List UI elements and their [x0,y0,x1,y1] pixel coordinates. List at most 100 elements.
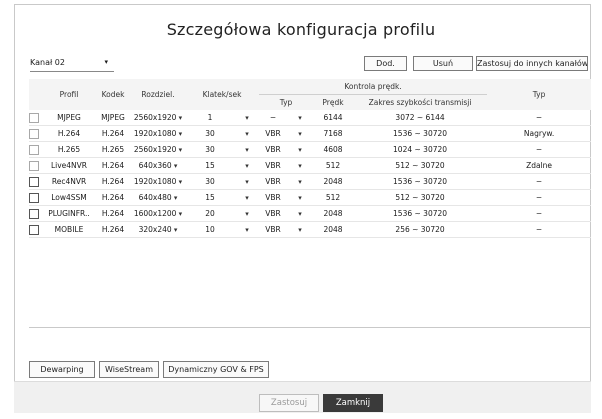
channel-select[interactable]: Kanał 02 ▾ [30,57,114,72]
table-row[interactable]: MJPEG MJPEG 2560x1920 ▾ 1 ▾ − ▾ 6144 3072 ~ 6144… [29,110,592,126]
row-checkbox[interactable] [29,128,39,139]
row-checkbox[interactable] [29,112,39,123]
fps-value: 10 [185,221,235,238]
bitrate-type-value: VBR [259,157,288,174]
wisestream-button[interactable]: WiseStream [99,361,159,378]
bitrate-type-value: VBR [259,205,288,222]
delete-button[interactable]: Usuń [413,56,473,71]
chevron-down-icon[interactable]: ▾ [298,226,302,234]
chevron-down-icon[interactable]: ▾ [245,226,249,234]
row-checkbox-cell[interactable] [29,221,43,238]
fps-dropdown[interactable]: ▾ [235,189,260,206]
profile-type: − [487,141,592,158]
resolution-value: 320x240 [138,225,172,234]
table-row[interactable]: Rec4NVR H.264 1920x1080 ▾ 30 ▾ VBR ▾ 2048 1536 ~… [29,173,592,190]
row-checkbox[interactable] [29,192,39,203]
resolution-select[interactable]: 1920x1080 ▾ [131,173,185,190]
codec-value: MJPEG [95,110,131,126]
row-checkbox-cell[interactable] [29,125,43,142]
row-checkbox[interactable] [29,176,39,187]
bitrate-range: 512 ~ 30720 [353,157,488,174]
type-dropdown[interactable]: ▾ [287,141,314,158]
bitrate-type-value: VBR [259,125,288,142]
bitrate-range: 1536 ~ 30720 [353,173,488,190]
table-row[interactable]: H.265 H.265 2560x1920 ▾ 30 ▾ VBR ▾ 4608 1024 ~ 3… [29,141,592,158]
row-checkbox-cell[interactable] [29,157,43,174]
row-checkbox-cell[interactable] [29,141,43,158]
bitrate-range: 1024 ~ 30720 [353,141,488,158]
row-checkbox[interactable] [29,160,39,171]
resolution-select[interactable]: 640x360 ▾ [131,157,185,174]
chevron-down-icon[interactable]: ▾ [298,130,302,138]
resolution-select[interactable]: 640x480 ▾ [131,189,185,206]
chevron-down-icon[interactable]: ▾ [298,162,302,170]
chevron-down-icon[interactable]: ▾ [245,178,249,186]
chevron-down-icon[interactable]: ▾ [245,210,249,218]
codec-value: H.265 [95,141,131,158]
type-dropdown[interactable]: ▾ [287,125,314,142]
chevron-down-icon[interactable]: ▾ [245,162,249,170]
chevron-down-icon[interactable]: ▾ [298,178,302,186]
row-checkbox-cell[interactable] [29,173,43,190]
row-checkbox-cell[interactable] [29,110,43,126]
fps-value: 15 [185,189,235,206]
table-row[interactable]: Low4SSM H.264 640x480 ▾ 15 ▾ VBR ▾ 512 512 ~ 307… [29,189,592,206]
table-row[interactable]: Live4NVR H.264 640x360 ▾ 15 ▾ VBR ▾ 512 512 ~ 30… [29,157,592,174]
fps-dropdown[interactable]: ▾ [235,141,260,158]
resolution-select[interactable]: 1920x1080 ▾ [131,125,185,142]
dynamic-gov-fps-button[interactable]: Dynamiczny GOV & FPS [163,361,269,378]
chevron-down-icon[interactable]: ▾ [245,130,249,138]
fps-dropdown[interactable]: ▾ [235,173,260,190]
type-dropdown[interactable]: ▾ [287,173,314,190]
codec-value: H.264 [95,157,131,174]
resolution-select[interactable]: 2560x1920 ▾ [131,141,185,158]
fps-dropdown[interactable]: ▾ [235,125,260,142]
type-dropdown[interactable]: ▾ [287,189,314,206]
type-dropdown[interactable]: ▾ [287,221,314,238]
table-header-range: Zakres szybkości transmisji [353,94,488,110]
chevron-down-icon[interactable]: ▾ [245,114,249,122]
apply-to-other-channels-button[interactable]: Zastosuj do innych kanałów [476,56,588,71]
table-row[interactable]: MOBILE H.264 320x240 ▾ 10 ▾ VBR ▾ 2048 256 ~ 307… [29,221,592,238]
resolution-select[interactable]: 1600x1200 ▾ [131,205,185,222]
bitrate-value: 4608 [313,141,354,158]
dewarping-button[interactable]: Dewarping [29,361,95,378]
chevron-down-icon[interactable]: ▾ [245,146,249,154]
table-header-checkbox [29,79,43,110]
bitrate-value: 2048 [313,173,354,190]
apply-button[interactable]: Zastosuj [259,394,319,412]
chevron-down-icon[interactable]: ▾ [298,194,302,202]
type-dropdown[interactable]: ▾ [287,205,314,222]
chevron-down-icon[interactable]: ▾ [245,194,249,202]
resolution-select[interactable]: 320x240 ▾ [131,221,185,238]
table-header-profile: Profil [43,79,95,110]
codec-value: H.264 [95,205,131,222]
row-checkbox-cell[interactable] [29,189,43,206]
fps-dropdown[interactable]: ▾ [235,205,260,222]
type-dropdown[interactable]: ▾ [287,110,314,126]
table-row[interactable]: H.264 H.264 1920x1080 ▾ 30 ▾ VBR ▾ 7168 1536 ~ 3… [29,125,592,142]
fps-value: 30 [185,173,235,190]
fps-dropdown[interactable]: ▾ [235,221,260,238]
chevron-down-icon[interactable]: ▾ [298,210,302,218]
fps-dropdown[interactable]: ▾ [235,157,260,174]
row-checkbox[interactable] [29,224,39,235]
type-dropdown[interactable]: ▾ [287,157,314,174]
table-header-rate-control: Kontrola prędk. [259,79,488,95]
resolution-select[interactable]: 2560x1920 ▾ [131,110,185,126]
chevron-down-icon: ▾ [176,146,183,154]
table-row[interactable]: PLUGINFR.. H.264 1600x1200 ▾ 20 ▾ VBR ▾ 2048 153… [29,205,592,222]
row-checkbox[interactable] [29,208,39,219]
chevron-down-icon[interactable]: ▾ [298,114,302,122]
profile-type: − [487,189,592,206]
bitrate-range: 3072 ~ 6144 [353,110,488,126]
close-button[interactable]: Zamknij [323,394,383,412]
fps-value: 30 [185,141,235,158]
row-checkbox[interactable] [29,144,39,155]
fps-value: 30 [185,125,235,142]
row-checkbox-cell[interactable] [29,205,43,222]
add-button[interactable]: Dod. [364,56,407,71]
fps-dropdown[interactable]: ▾ [235,110,260,126]
table-header-fps: Klatek/sek [185,79,260,110]
chevron-down-icon[interactable]: ▾ [298,146,302,154]
